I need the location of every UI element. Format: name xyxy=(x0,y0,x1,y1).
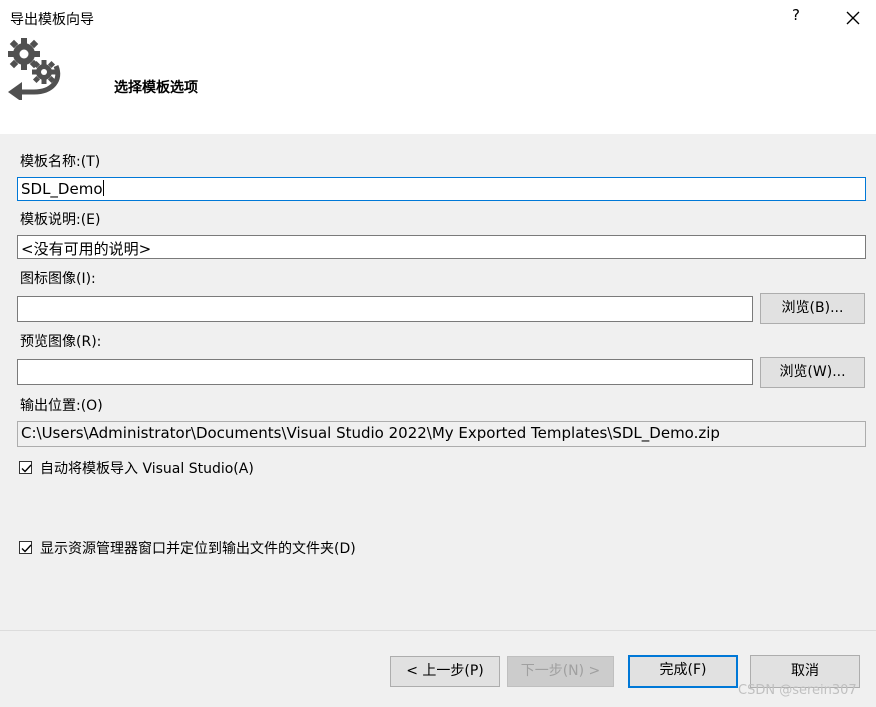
template-name-label: 模板名称:(T) xyxy=(20,154,101,170)
template-name-input[interactable]: SDL_Demo xyxy=(17,177,866,201)
output-location-label: 输出位置:(O) xyxy=(20,398,103,414)
next-button[interactable]: 下一步(N) > xyxy=(507,656,614,687)
template-desc-label: 模板说明:(E) xyxy=(20,212,101,228)
icon-image-input[interactable] xyxy=(17,296,753,322)
preview-image-input[interactable] xyxy=(17,359,753,385)
template-desc-value: <没有可用的说明> xyxy=(21,240,152,258)
icon-image-label: 图标图像(I): xyxy=(20,271,96,287)
wizard-header: 导出模板向导 ? 选择模板选项 xyxy=(0,0,876,134)
watermark: CSDN @serein307 xyxy=(738,683,857,698)
check-icon xyxy=(21,544,32,553)
show-explorer-checkbox[interactable] xyxy=(19,541,32,554)
back-button[interactable]: < 上一步(P) xyxy=(390,656,500,687)
preview-browse-button[interactable]: 浏览(W)... xyxy=(760,357,865,388)
auto-import-checkbox[interactable] xyxy=(19,461,32,474)
output-location-value: C:\Users\Administrator\Documents\Visual … xyxy=(21,424,720,442)
gear-export-icon xyxy=(4,36,64,102)
auto-import-label[interactable]: 自动将模板导入 Visual Studio(A) xyxy=(40,458,254,478)
finish-button[interactable]: 完成(F) xyxy=(628,655,738,688)
show-explorer-label[interactable]: 显示资源管理器窗口并定位到输出文件的文件夹(D) xyxy=(40,538,356,558)
output-location-field[interactable]: C:\Users\Administrator\Documents\Visual … xyxy=(17,421,866,447)
close-button[interactable] xyxy=(838,4,868,32)
text-caret xyxy=(102,180,104,196)
icon-browse-button[interactable]: 浏览(B)... xyxy=(760,293,865,324)
template-name-value: SDL_Demo xyxy=(21,180,103,198)
page-subtitle: 选择模板选项 xyxy=(114,80,198,96)
close-icon xyxy=(846,11,860,25)
window-title: 导出模板向导 xyxy=(10,12,94,28)
check-icon xyxy=(21,464,32,473)
template-desc-input[interactable]: <没有可用的说明> xyxy=(17,235,866,259)
help-button[interactable]: ? xyxy=(786,6,806,28)
preview-image-label: 预览图像(R): xyxy=(20,334,102,350)
